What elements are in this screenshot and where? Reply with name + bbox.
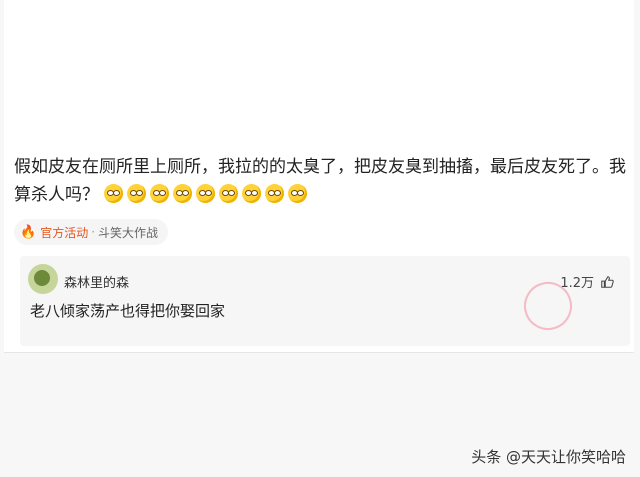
- watermark: 头条 @天天让你笑哈哈: [471, 448, 626, 466]
- pleading-face-emoji-icon: [196, 184, 216, 203]
- pleading-face-emoji-icon: [265, 184, 285, 203]
- like-button[interactable]: 1.2万: [560, 272, 614, 291]
- emoji-row: [104, 184, 311, 205]
- activity-name: 斗笑大作战: [98, 225, 159, 240]
- pleading-face-emoji-icon: [242, 184, 262, 203]
- pleading-face-emoji-icon: [173, 184, 193, 203]
- pleading-face-emoji-icon: [104, 184, 124, 203]
- avatar[interactable]: [28, 264, 58, 294]
- pleading-face-emoji-icon: [288, 184, 308, 203]
- thumbs-up-icon: [601, 275, 614, 288]
- tag-separator: ·: [91, 225, 96, 239]
- pleading-face-emoji-icon: [127, 184, 147, 203]
- pleading-face-emoji-icon: [150, 184, 170, 203]
- flame-icon: 🔥: [20, 224, 37, 240]
- pleading-face-emoji-icon: [219, 184, 239, 203]
- post-card: 假如皮友在厕所里上厕所，我拉的的太臭了，把皮友臭到抽搐，最后皮友死了。我算杀人吗…: [4, 0, 634, 353]
- activity-tag[interactable]: 🔥 官方活动 · 斗笑大作战: [14, 219, 169, 245]
- top-reply[interactable]: 森林里的森 1.2万 老八倾家荡产也得把你娶回家: [20, 256, 630, 346]
- reply-text: 老八倾家荡产也得把你娶回家: [30, 302, 226, 320]
- reply-username[interactable]: 森林里的森: [64, 272, 129, 291]
- post-body: 假如皮友在厕所里上厕所，我拉的的太臭了，把皮友臭到抽搐，最后皮友死了。我算杀人吗…: [14, 153, 634, 209]
- like-count: 1.2万: [560, 276, 594, 291]
- activity-type: 官方活动: [40, 225, 89, 240]
